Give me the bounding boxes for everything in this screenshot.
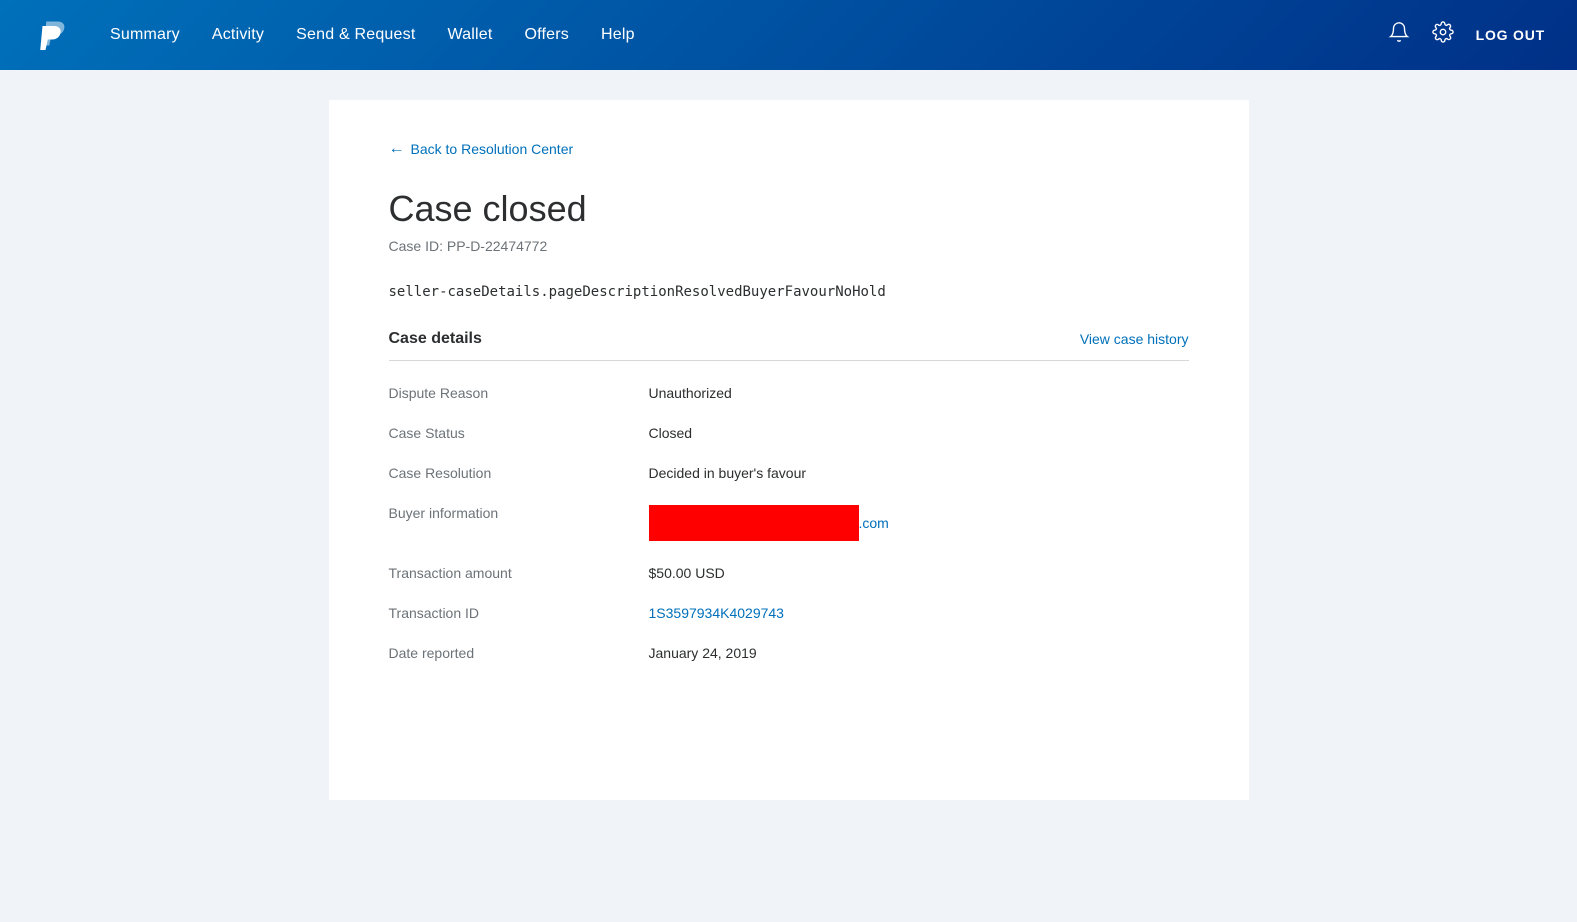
detail-row-date-reported: Date reported January 24, 2019	[389, 645, 1189, 661]
nav-summary[interactable]: Summary	[110, 26, 180, 44]
back-to-resolution-center-link[interactable]: ← Back to Resolution Center	[389, 140, 1189, 158]
page-wrapper: ← Back to Resolution Center Case closed …	[0, 70, 1577, 922]
buyer-info-container: .com	[649, 505, 889, 541]
buyer-info-label: Buyer information	[389, 505, 649, 521]
transaction-amount-value: $50.00 USD	[649, 565, 725, 581]
transaction-id-label: Transaction ID	[389, 605, 649, 621]
date-reported-label: Date reported	[389, 645, 649, 661]
settings-gear-icon[interactable]	[1432, 21, 1454, 49]
main-header: Summary Activity Send & Request Wallet O…	[0, 0, 1577, 70]
case-id: Case ID: PP-D-22474772	[389, 238, 1189, 254]
nav-activity[interactable]: Activity	[212, 26, 264, 44]
detail-row-case-status: Case Status Closed	[389, 425, 1189, 441]
case-status-label: Case Status	[389, 425, 649, 441]
logout-button[interactable]: LOG OUT	[1476, 27, 1545, 43]
back-link-label: Back to Resolution Center	[411, 141, 574, 157]
paypal-logo[interactable]	[32, 14, 74, 56]
detail-row-transaction-amount: Transaction amount $50.00 USD	[389, 565, 1189, 581]
header-right: LOG OUT	[1388, 21, 1545, 49]
detail-row-case-resolution: Case Resolution Decided in buyer's favou…	[389, 465, 1189, 481]
buyer-info-redacted	[649, 505, 859, 541]
detail-row-transaction-id: Transaction ID 1S3597934K4029743	[389, 605, 1189, 621]
case-status-value: Closed	[649, 425, 693, 441]
case-resolution-label: Case Resolution	[389, 465, 649, 481]
back-arrow-icon: ←	[389, 140, 405, 158]
content-card: ← Back to Resolution Center Case closed …	[329, 100, 1249, 800]
main-nav: Summary Activity Send & Request Wallet O…	[110, 26, 635, 44]
nav-offers[interactable]: Offers	[525, 26, 569, 44]
case-resolution-value: Decided in buyer's favour	[649, 465, 807, 481]
nav-help[interactable]: Help	[601, 26, 635, 44]
detail-row-dispute-reason: Dispute Reason Unauthorized	[389, 385, 1189, 401]
date-reported-value: January 24, 2019	[649, 645, 757, 661]
transaction-amount-label: Transaction amount	[389, 565, 649, 581]
nav-send-request[interactable]: Send & Request	[296, 26, 415, 44]
detail-row-buyer-info: Buyer information .com	[389, 505, 1189, 541]
notification-bell-icon[interactable]	[1388, 21, 1410, 49]
dispute-reason-value: Unauthorized	[649, 385, 732, 401]
buyer-info-suffix: .com	[859, 515, 889, 531]
page-description: seller-caseDetails.pageDescriptionResolv…	[389, 284, 1189, 300]
nav-wallet[interactable]: Wallet	[447, 26, 492, 44]
case-details-header: Case details View case history	[389, 330, 1189, 361]
transaction-id-link[interactable]: 1S3597934K4029743	[649, 605, 784, 621]
case-details-section-title: Case details	[389, 330, 482, 348]
case-title: Case closed	[389, 188, 1189, 230]
view-case-history-link[interactable]: View case history	[1080, 331, 1189, 347]
dispute-reason-label: Dispute Reason	[389, 385, 649, 401]
header-left: Summary Activity Send & Request Wallet O…	[32, 14, 635, 56]
